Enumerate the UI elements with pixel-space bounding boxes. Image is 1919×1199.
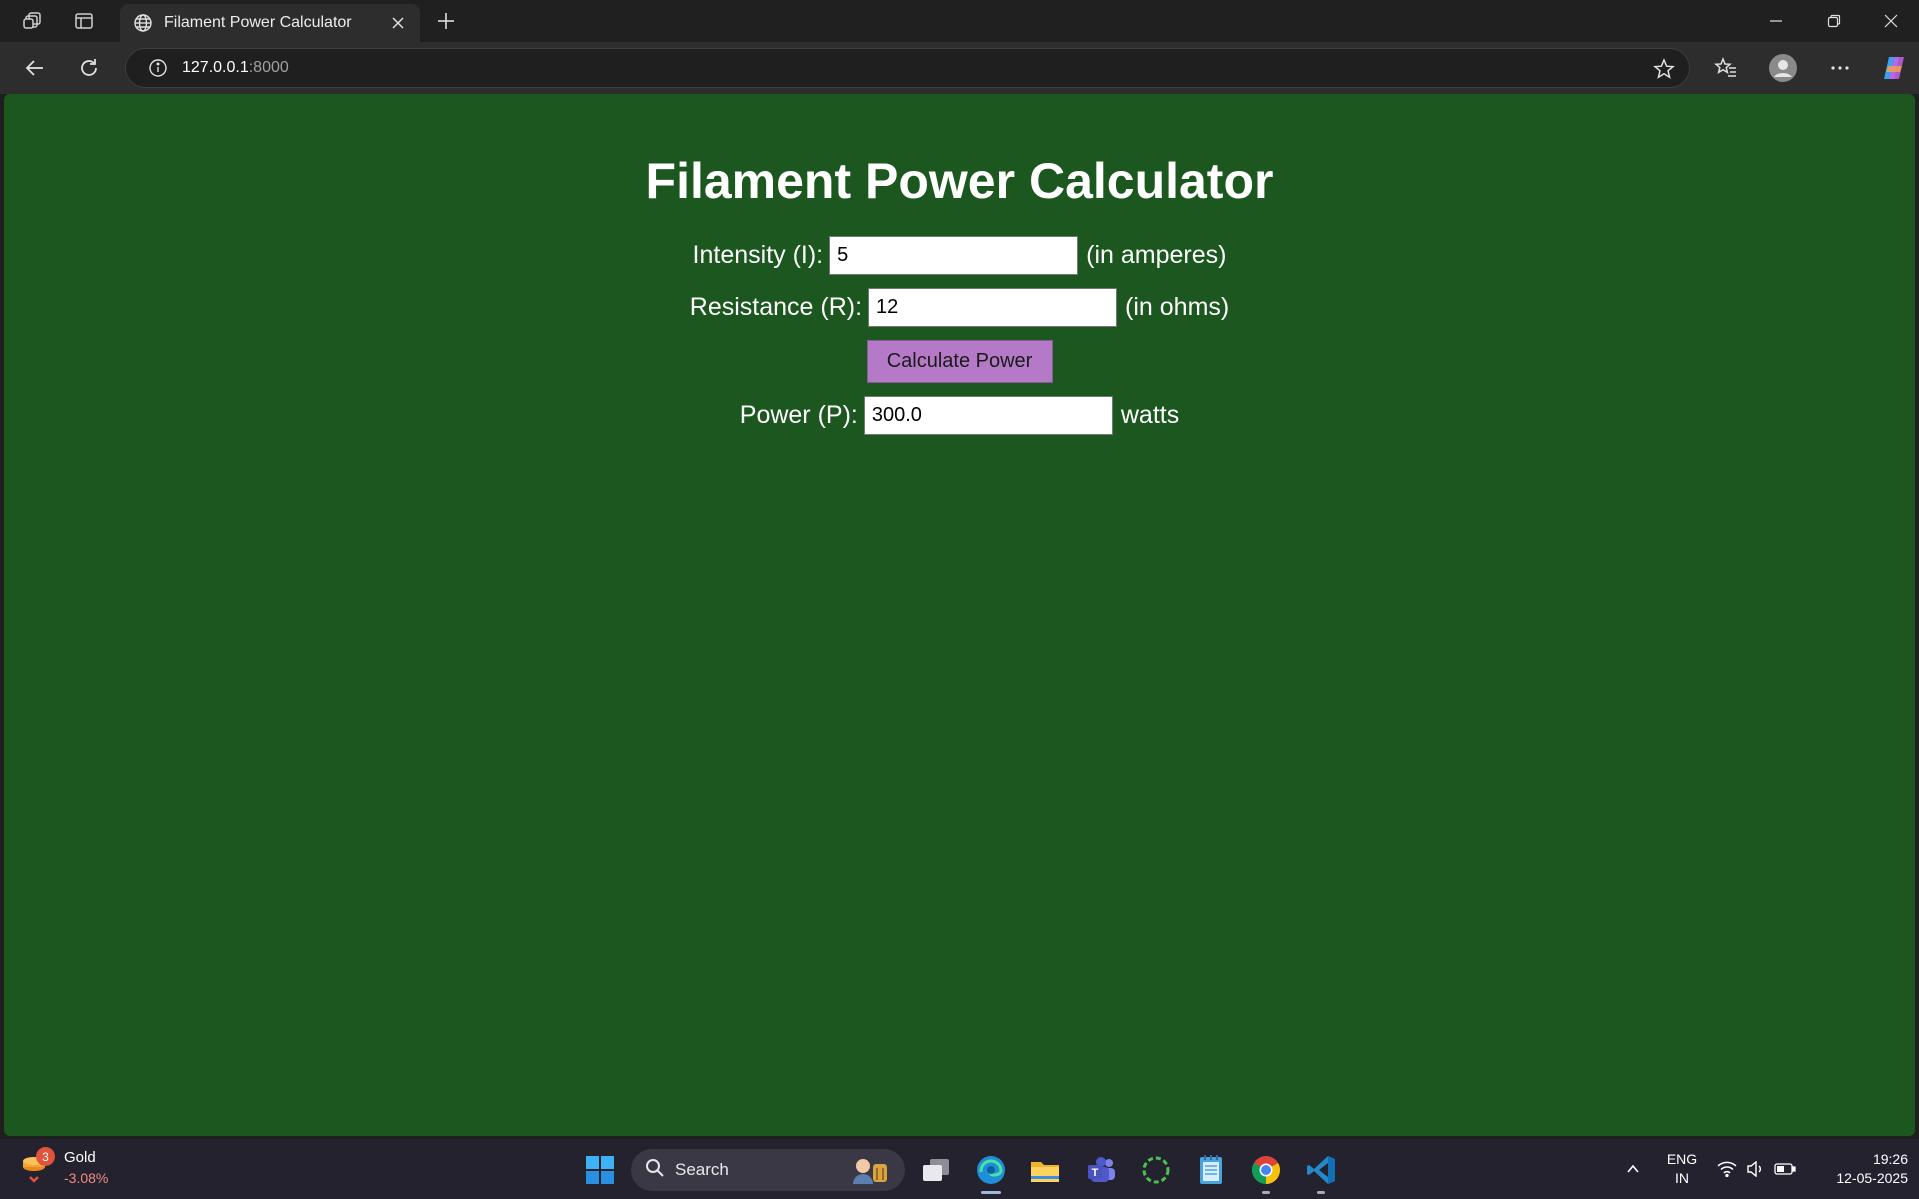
power-label: Power (P): (739, 401, 858, 429)
globe-icon (132, 12, 154, 34)
vertical-tabs-icon[interactable] (63, 0, 105, 42)
url-host: 127.0.0.1 (182, 59, 249, 76)
search-icon (645, 1158, 665, 1183)
resistance-label: Resistance (R): (689, 293, 863, 321)
widget-badge: 3 (36, 1147, 55, 1166)
language-code: ENG (1666, 1151, 1698, 1167)
windows-taskbar: 3 Gold -3.08% Search T ENG IN 19:26 12-0… (0, 1139, 1919, 1199)
intensity-input[interactable] (829, 236, 1079, 275)
power-output (863, 396, 1113, 435)
search-label: Search (675, 1160, 729, 1179)
edge-browser-icon[interactable] (970, 1149, 1012, 1191)
resistance-input[interactable] (868, 288, 1118, 327)
favorite-star-icon[interactable] (1651, 56, 1677, 82)
volume-icon[interactable] (1743, 1139, 1769, 1199)
page-title: Filament Power Calculator (645, 153, 1274, 209)
language-region: IN (1675, 1170, 1689, 1186)
intensity-label: Intensity (I): (692, 241, 824, 269)
power-unit: watts (1120, 401, 1180, 429)
browser-toolbar: 127.0.0.1:8000 (0, 42, 1919, 94)
search-highlight-icon (849, 1154, 893, 1186)
vscode-running-indicator (1317, 1191, 1325, 1194)
show-hidden-icons-chevron-icon[interactable] (1620, 1139, 1646, 1199)
svg-text:T: T (1092, 1167, 1099, 1179)
refresh-icon[interactable] (67, 46, 111, 90)
tab-title: Filament Power Calculator (164, 14, 352, 31)
chrome-icon[interactable] (1245, 1149, 1287, 1191)
intensity-row: Intensity (I): (in amperes) (4, 236, 1915, 275)
vscode-icon[interactable] (1300, 1149, 1342, 1191)
power-row: Power (P): watts (4, 396, 1915, 435)
battery-icon[interactable] (1772, 1139, 1798, 1199)
wifi-icon[interactable] (1714, 1139, 1740, 1199)
teams-icon[interactable]: T (1080, 1149, 1122, 1191)
back-arrow-icon[interactable] (13, 46, 57, 90)
widget-name: Gold (64, 1149, 96, 1166)
notepad-icon[interactable] (1190, 1149, 1232, 1191)
page-viewport: Filament Power Calculator Intensity (I):… (4, 94, 1915, 1136)
url-text[interactable]: 127.0.0.1:8000 (182, 59, 289, 77)
gold-widget[interactable]: 3 Gold -3.08% (20, 1147, 108, 1189)
browser-title-bar: Filament Power Calculator (0, 0, 1919, 42)
file-explorer-icon[interactable] (1024, 1149, 1066, 1191)
workspaces-icon[interactable] (12, 0, 54, 42)
sync-app-icon[interactable] (1135, 1149, 1177, 1191)
windows-start-icon[interactable] (579, 1149, 621, 1191)
restore-icon[interactable] (1806, 0, 1862, 42)
more-options-icon[interactable] (1818, 46, 1862, 90)
resistance-row: Resistance (R): (in ohms) (4, 288, 1915, 327)
system-clock[interactable]: 19:26 12-05-2025 (1808, 1150, 1908, 1188)
clock-time: 19:26 (1872, 1151, 1908, 1167)
calculate-power-button[interactable]: Calculate Power (866, 340, 1053, 383)
new-tab-icon[interactable] (428, 0, 464, 42)
widget-change: -3.08% (64, 1170, 109, 1186)
resistance-unit: (in ohms) (1125, 293, 1230, 321)
address-bar[interactable]: 127.0.0.1:8000 (125, 48, 1690, 88)
clock-date: 12-05-2025 (1836, 1170, 1908, 1186)
favorites-icon[interactable] (1704, 46, 1748, 90)
button-row: Calculate Power (4, 340, 1915, 383)
taskbar-search[interactable]: Search (631, 1149, 905, 1191)
site-info-icon[interactable] (138, 48, 178, 88)
intensity-unit: (in amperes) (1086, 241, 1227, 269)
profile-avatar-icon[interactable] (1761, 46, 1805, 90)
gold-coins-icon: 3 (20, 1147, 56, 1189)
task-view-icon[interactable] (915, 1149, 957, 1191)
language-indicator[interactable]: ENG IN (1660, 1150, 1704, 1188)
minimize-icon[interactable] (1748, 0, 1804, 42)
chrome-running-indicator (1262, 1191, 1270, 1194)
url-port: :8000 (248, 59, 289, 76)
close-window-icon[interactable] (1863, 0, 1919, 42)
tab-filament-power-calculator[interactable]: Filament Power Calculator (120, 4, 420, 42)
copilot-icon[interactable] (1872, 46, 1916, 90)
close-tab-icon[interactable] (386, 11, 410, 35)
edge-active-indicator (981, 1191, 1001, 1194)
